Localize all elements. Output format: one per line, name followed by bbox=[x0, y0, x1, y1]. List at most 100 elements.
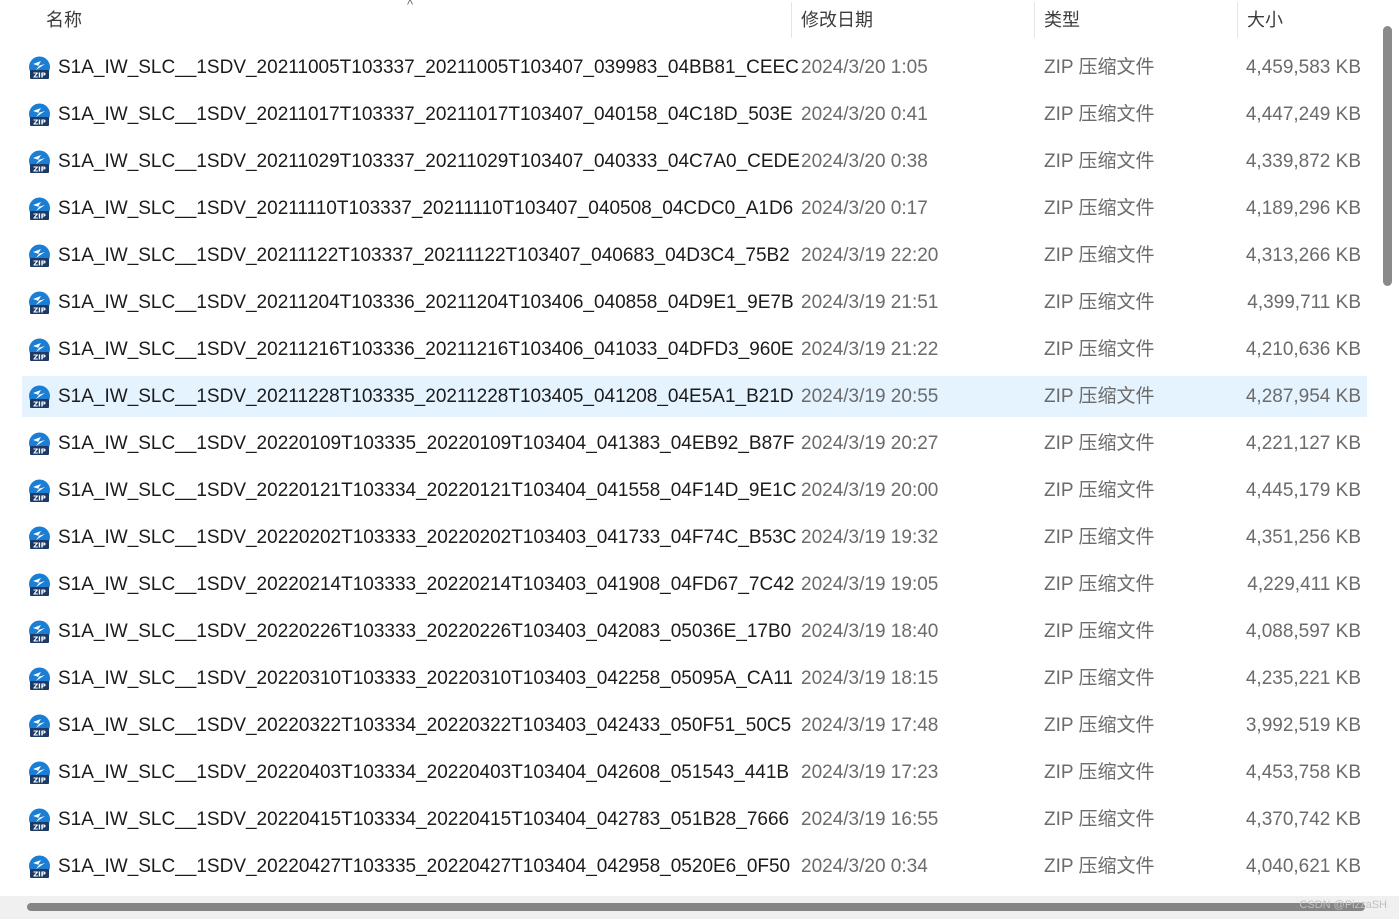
file-size: 4,313,266 KB bbox=[1245, 245, 1361, 266]
file-size: 4,453,758 KB bbox=[1245, 762, 1361, 783]
zip-file-icon: ZIP bbox=[29, 56, 50, 80]
file-type: ZIP 压缩文件 bbox=[1044, 292, 1155, 313]
zip-file-icon: ZIP bbox=[29, 526, 50, 550]
file-row[interactable]: ZIP S1A_IW_SLC__1SDV_20211204T103336_2021… bbox=[22, 282, 1367, 323]
file-modified-date: 2024/3/19 19:05 bbox=[801, 574, 939, 595]
file-row[interactable]: ZIP S1A_IW_SLC__1SDV_20211110T103337_2021… bbox=[22, 188, 1367, 229]
file-row[interactable]: ZIP S1A_IW_SLC__1SDV_20220403T103334_2022… bbox=[22, 752, 1367, 793]
vertical-scrollbar[interactable] bbox=[1378, 0, 1399, 896]
svg-text:ZIP: ZIP bbox=[33, 871, 46, 879]
zip-file-icon: ZIP bbox=[29, 667, 50, 691]
file-type: ZIP 压缩文件 bbox=[1044, 245, 1155, 266]
file-size: 3,992,519 KB bbox=[1245, 715, 1361, 736]
zip-file-icon: ZIP bbox=[29, 385, 50, 409]
column-header-date[interactable]: 修改日期 bbox=[801, 0, 873, 40]
file-name: S1A_IW_SLC__1SDV_20211017T103337_2021101… bbox=[58, 104, 793, 125]
vertical-scrollbar-thumb[interactable] bbox=[1383, 26, 1392, 286]
file-modified-date: 2024/3/19 22:20 bbox=[801, 245, 939, 266]
svg-text:ZIP: ZIP bbox=[33, 777, 46, 785]
watermark: CSDN @PizzaSH bbox=[1299, 899, 1387, 911]
column-header-name[interactable]: 名称 bbox=[46, 0, 82, 40]
svg-text:ZIP: ZIP bbox=[33, 542, 46, 550]
file-name: S1A_IW_SLC__1SDV_20211110T103337_2021111… bbox=[58, 198, 794, 219]
file-row[interactable]: ZIP S1A_IW_SLC__1SDV_20220322T103334_2022… bbox=[22, 705, 1367, 746]
file-size: 4,351,256 KB bbox=[1245, 527, 1361, 548]
zip-file-icon: ZIP bbox=[29, 338, 50, 362]
file-row[interactable]: ZIP S1A_IW_SLC__1SDV_20220202T103333_2022… bbox=[22, 517, 1367, 558]
column-header-size[interactable]: 大小 bbox=[1247, 0, 1283, 40]
file-row[interactable]: ZIP S1A_IW_SLC__1SDV_20211029T103337_2021… bbox=[22, 141, 1367, 182]
column-header-bar: 名称 ^ 修改日期 类型 大小 bbox=[0, 0, 1372, 40]
file-row[interactable]: ZIP S1A_IW_SLC__1SDV_20211005T103337_2021… bbox=[22, 47, 1367, 88]
file-type: ZIP 压缩文件 bbox=[1044, 386, 1155, 407]
file-name: S1A_IW_SLC__1SDV_20220109T103335_2022010… bbox=[58, 433, 795, 454]
file-row[interactable]: ZIP S1A_IW_SLC__1SDV_20220415T103334_2022… bbox=[22, 799, 1367, 840]
file-name: S1A_IW_SLC__1SDV_20220322T103334_2022032… bbox=[58, 715, 792, 736]
file-name: S1A_IW_SLC__1SDV_20220121T103334_2022012… bbox=[58, 480, 797, 501]
zip-file-icon: ZIP bbox=[29, 808, 50, 832]
horizontal-scrollbar-thumb[interactable] bbox=[27, 903, 1365, 911]
zip-file-icon: ZIP bbox=[29, 197, 50, 221]
zip-file-icon: ZIP bbox=[29, 244, 50, 268]
file-modified-date: 2024/3/19 20:27 bbox=[801, 433, 939, 454]
file-size: 4,445,179 KB bbox=[1245, 480, 1361, 501]
zip-file-icon: ZIP bbox=[29, 432, 50, 456]
file-size: 4,189,296 KB bbox=[1245, 198, 1361, 219]
file-type: ZIP 压缩文件 bbox=[1044, 151, 1155, 172]
file-name: S1A_IW_SLC__1SDV_20220310T103333_2022031… bbox=[58, 668, 793, 689]
horizontal-scrollbar[interactable] bbox=[0, 896, 1399, 919]
file-row[interactable]: ZIP S1A_IW_SLC__1SDV_20220214T103333_2022… bbox=[22, 564, 1367, 605]
file-modified-date: 2024/3/20 0:41 bbox=[801, 104, 928, 125]
file-name: S1A_IW_SLC__1SDV_20211216T103336_2021121… bbox=[58, 339, 794, 360]
zip-file-icon: ZIP bbox=[29, 573, 50, 597]
file-modified-date: 2024/3/19 19:32 bbox=[801, 527, 939, 548]
file-modified-date: 2024/3/19 20:55 bbox=[801, 386, 939, 407]
file-row[interactable]: ZIP S1A_IW_SLC__1SDV_20211017T103337_2021… bbox=[22, 94, 1367, 135]
column-divider[interactable] bbox=[791, 2, 792, 38]
file-size: 4,235,221 KB bbox=[1245, 668, 1361, 689]
file-size: 4,459,583 KB bbox=[1245, 57, 1361, 78]
file-row[interactable]: ZIP S1A_IW_SLC__1SDV_20211216T103336_2021… bbox=[22, 329, 1367, 370]
svg-text:ZIP: ZIP bbox=[33, 401, 46, 409]
file-row[interactable]: ZIP S1A_IW_SLC__1SDV_20211122T103337_2021… bbox=[22, 235, 1367, 276]
file-type: ZIP 压缩文件 bbox=[1044, 198, 1155, 219]
file-modified-date: 2024/3/19 17:23 bbox=[801, 762, 939, 783]
file-row[interactable]: ZIP S1A_IW_SLC__1SDV_20211228T103335_2021… bbox=[22, 376, 1367, 417]
file-type: ZIP 压缩文件 bbox=[1044, 57, 1155, 78]
file-name: S1A_IW_SLC__1SDV_20220226T103333_2022022… bbox=[58, 621, 792, 642]
file-name: S1A_IW_SLC__1SDV_20211005T103337_2021100… bbox=[58, 57, 799, 78]
svg-text:ZIP: ZIP bbox=[33, 213, 46, 221]
file-size: 4,287,954 KB bbox=[1245, 386, 1361, 407]
file-modified-date: 2024/3/20 1:05 bbox=[801, 57, 928, 78]
file-size: 4,088,597 KB bbox=[1245, 621, 1361, 642]
svg-text:ZIP: ZIP bbox=[33, 72, 46, 80]
file-name: S1A_IW_SLC__1SDV_20220427T103335_2022042… bbox=[58, 856, 791, 877]
file-row[interactable]: ZIP S1A_IW_SLC__1SDV_20220310T103333_2022… bbox=[22, 658, 1367, 699]
file-row[interactable]: ZIP S1A_IW_SLC__1SDV_20220109T103335_2022… bbox=[22, 423, 1367, 464]
svg-text:ZIP: ZIP bbox=[33, 730, 46, 738]
file-type: ZIP 压缩文件 bbox=[1044, 574, 1155, 595]
svg-text:ZIP: ZIP bbox=[33, 448, 46, 456]
sort-ascending-icon: ^ bbox=[407, 0, 414, 12]
file-modified-date: 2024/3/19 21:22 bbox=[801, 339, 939, 360]
file-name: S1A_IW_SLC__1SDV_20211122T103337_2021112… bbox=[58, 245, 790, 266]
column-header-type[interactable]: 类型 bbox=[1044, 0, 1080, 40]
zip-file-icon: ZIP bbox=[29, 291, 50, 315]
file-modified-date: 2024/3/19 17:48 bbox=[801, 715, 939, 736]
file-name: S1A_IW_SLC__1SDV_20220202T103333_2022020… bbox=[58, 527, 797, 548]
file-type: ZIP 压缩文件 bbox=[1044, 668, 1155, 689]
file-row[interactable]: ZIP S1A_IW_SLC__1SDV_20220427T103335_2022… bbox=[22, 846, 1367, 887]
file-type: ZIP 压缩文件 bbox=[1044, 339, 1155, 360]
file-modified-date: 2024/3/19 16:55 bbox=[801, 809, 939, 830]
zip-file-icon: ZIP bbox=[29, 479, 50, 503]
column-divider[interactable] bbox=[1034, 2, 1035, 38]
svg-text:ZIP: ZIP bbox=[33, 354, 46, 362]
svg-text:ZIP: ZIP bbox=[33, 636, 46, 644]
zip-file-icon: ZIP bbox=[29, 150, 50, 174]
file-row[interactable]: ZIP S1A_IW_SLC__1SDV_20220121T103334_2022… bbox=[22, 470, 1367, 511]
file-modified-date: 2024/3/19 20:00 bbox=[801, 480, 939, 501]
svg-text:ZIP: ZIP bbox=[33, 166, 46, 174]
file-row[interactable]: ZIP S1A_IW_SLC__1SDV_20220226T103333_2022… bbox=[22, 611, 1367, 652]
column-divider[interactable] bbox=[1237, 2, 1238, 38]
zip-file-icon: ZIP bbox=[29, 761, 50, 785]
